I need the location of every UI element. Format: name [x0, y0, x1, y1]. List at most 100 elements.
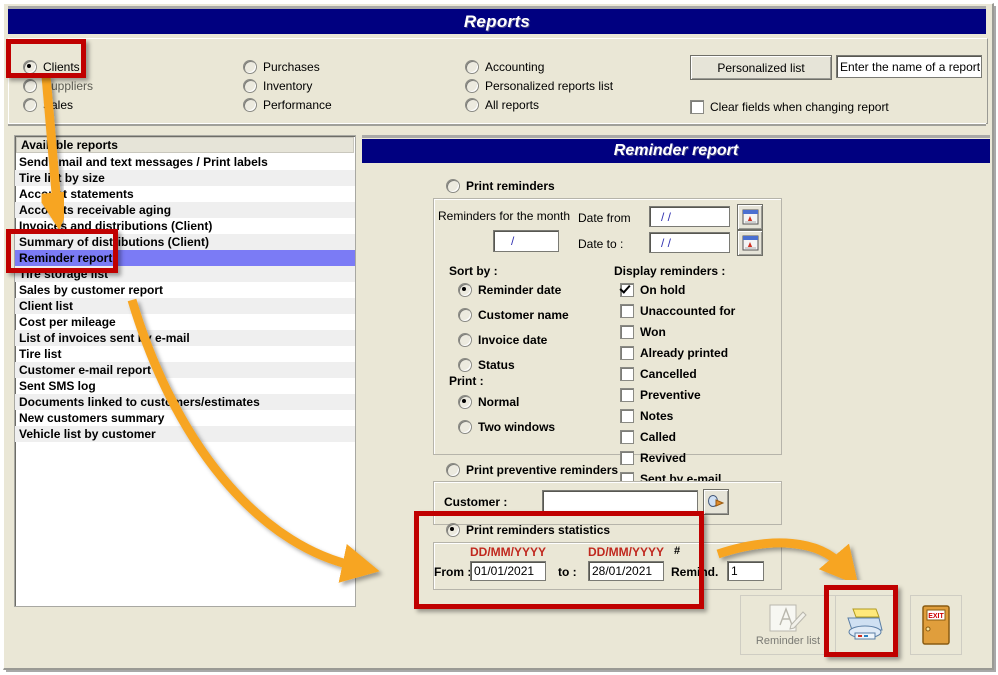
- radio-icon[interactable]: [23, 98, 37, 112]
- category-radio-inventory[interactable]: Inventory: [243, 77, 332, 95]
- radio-icon[interactable]: [243, 79, 257, 93]
- print-options[interactable]: Normal Two windows: [458, 393, 555, 443]
- report-panel-topline: [362, 135, 990, 138]
- display-option-preventive[interactable]: Preventive: [620, 386, 735, 404]
- radio-icon[interactable]: [243, 98, 257, 112]
- radio-icon[interactable]: [446, 463, 460, 477]
- count-remind-input[interactable]: 1: [727, 561, 764, 581]
- list-item[interactable]: Reminder report: [15, 250, 355, 266]
- report-name-input[interactable]: Enter the name of a report: [836, 55, 982, 78]
- category-radio-sales[interactable]: Sales: [23, 96, 93, 114]
- category-radio-all-reports[interactable]: All reports: [465, 96, 613, 114]
- display-option-unaccounted-for[interactable]: Unaccounted for: [620, 302, 735, 320]
- list-item[interactable]: Documents linked to customers/estimates: [15, 394, 355, 410]
- display-option-cancelled[interactable]: Cancelled: [620, 365, 735, 383]
- checkbox-icon[interactable]: [620, 409, 634, 423]
- list-item[interactable]: Client list: [15, 298, 355, 314]
- list-item[interactable]: Tire storage list: [15, 266, 355, 282]
- checkbox-icon[interactable]: [620, 451, 634, 465]
- category-radio-performance[interactable]: Performance: [243, 96, 332, 114]
- reminder-list-button[interactable]: Reminder list: [740, 595, 836, 655]
- list-item[interactable]: List of invoices sent by e-mail: [15, 330, 355, 346]
- date-to-calendar-button[interactable]: [737, 230, 763, 256]
- display-option-won[interactable]: Won: [620, 323, 735, 341]
- category-radio-clients[interactable]: Clients: [23, 58, 93, 76]
- radio-icon[interactable]: [458, 395, 472, 409]
- display-option-called[interactable]: Called: [620, 428, 735, 446]
- sort-option-label: Reminder date: [478, 283, 562, 297]
- category-radio-personalized-reports-list[interactable]: Personalized reports list: [465, 77, 613, 95]
- list-item[interactable]: Sales by customer report: [15, 282, 355, 298]
- sort-option-customer-name[interactable]: Customer name: [458, 306, 569, 324]
- print-option-normal[interactable]: Normal: [458, 393, 555, 411]
- radio-icon[interactable]: [465, 60, 479, 74]
- radio-icon[interactable]: [243, 60, 257, 74]
- radio-icon[interactable]: [23, 79, 37, 93]
- list-item[interactable]: Invoices and distributions (Client): [15, 218, 355, 234]
- radio-icon[interactable]: [465, 79, 479, 93]
- category-radio-purchases[interactable]: Purchases: [243, 58, 332, 76]
- display-option-notes[interactable]: Notes: [620, 407, 735, 425]
- radio-icon[interactable]: [446, 179, 460, 193]
- list-item[interactable]: Tire list by size: [15, 170, 355, 186]
- statistics-from-input[interactable]: 01/01/2021: [470, 561, 546, 581]
- checkbox-icon[interactable]: [690, 100, 704, 114]
- checkbox-icon[interactable]: [620, 430, 634, 444]
- display-option-already-printed[interactable]: Already printed: [620, 344, 735, 362]
- radio-icon[interactable]: [465, 98, 479, 112]
- mode-print-preventive[interactable]: Print preventive reminders: [446, 463, 618, 477]
- list-item[interactable]: Sent SMS log: [15, 378, 355, 394]
- print-option-two-windows[interactable]: Two windows: [458, 418, 555, 436]
- sort-option-status[interactable]: Status: [458, 356, 569, 374]
- sort-by-options[interactable]: Reminder date Customer name Invoice date St…: [458, 281, 569, 381]
- statistics-to-input[interactable]: 28/01/2021: [588, 561, 664, 581]
- display-option-on-hold[interactable]: On hold: [620, 281, 735, 299]
- list-item[interactable]: Summary of distributions (Client): [15, 234, 355, 250]
- date-from-input[interactable]: / /: [649, 206, 730, 227]
- display-reminders-options[interactable]: On hold Unaccounted for Won Already printed…: [620, 281, 735, 491]
- print-button[interactable]: [835, 595, 895, 655]
- list-item[interactable]: Customer e-mail report: [15, 362, 355, 378]
- list-item[interactable]: New customers summary: [15, 410, 355, 426]
- category-radio-accounting[interactable]: Accounting: [465, 58, 613, 76]
- personalized-list-button-label: Personalized list: [717, 60, 805, 75]
- checkbox-icon[interactable]: [620, 283, 634, 297]
- clear-fields-row[interactable]: Clear fields when changing report: [690, 100, 889, 114]
- available-reports-items[interactable]: Send email and text messages / Print lab…: [15, 154, 355, 442]
- list-item[interactable]: Cost per mileage: [15, 314, 355, 330]
- radio-icon[interactable]: [458, 358, 472, 372]
- exit-button[interactable]: EXIT: [910, 595, 962, 655]
- customer-picker-button[interactable]: [703, 489, 729, 515]
- checkbox-icon[interactable]: [620, 346, 634, 360]
- sort-option-reminder-date[interactable]: Reminder date: [458, 281, 569, 299]
- list-item[interactable]: Vehicle list by customer: [15, 426, 355, 442]
- radio-icon[interactable]: [458, 333, 472, 347]
- customer-input[interactable]: [542, 490, 698, 512]
- statistics-to-label: to :: [558, 565, 577, 579]
- category-radio-suppliers[interactable]: Suppliers: [23, 77, 93, 95]
- list-item[interactable]: Accounts receivable aging: [15, 202, 355, 218]
- list-item[interactable]: Send email and text messages / Print lab…: [15, 154, 355, 170]
- checkbox-icon[interactable]: [620, 325, 634, 339]
- reports-window: Reports Clients Suppliers Sales Purchase…: [3, 3, 994, 670]
- mode-print-reminders[interactable]: Print reminders: [446, 179, 555, 193]
- radio-icon[interactable]: [458, 283, 472, 297]
- radio-icon[interactable]: [446, 523, 460, 537]
- list-item[interactable]: Tire list: [15, 346, 355, 362]
- available-reports-list[interactable]: Available reports Send email and text me…: [14, 135, 356, 607]
- radio-icon[interactable]: [23, 60, 37, 74]
- personalized-list-button[interactable]: Personalized list: [690, 55, 832, 80]
- radio-icon[interactable]: [458, 308, 472, 322]
- sort-option-invoice-date[interactable]: Invoice date: [458, 331, 569, 349]
- date-to-input[interactable]: / /: [649, 232, 730, 253]
- mode-print-statistics[interactable]: Print reminders statistics: [446, 523, 610, 537]
- radio-icon[interactable]: [458, 420, 472, 434]
- list-item[interactable]: Account statements: [15, 186, 355, 202]
- display-option-revived[interactable]: Revived: [620, 449, 735, 467]
- mode-print-statistics-label: Print reminders statistics: [466, 523, 611, 537]
- checkbox-icon[interactable]: [620, 304, 634, 318]
- checkbox-icon[interactable]: [620, 388, 634, 402]
- checkbox-icon[interactable]: [620, 367, 634, 381]
- reminders-month-input[interactable]: /: [493, 230, 559, 252]
- date-from-calendar-button[interactable]: [737, 204, 763, 230]
